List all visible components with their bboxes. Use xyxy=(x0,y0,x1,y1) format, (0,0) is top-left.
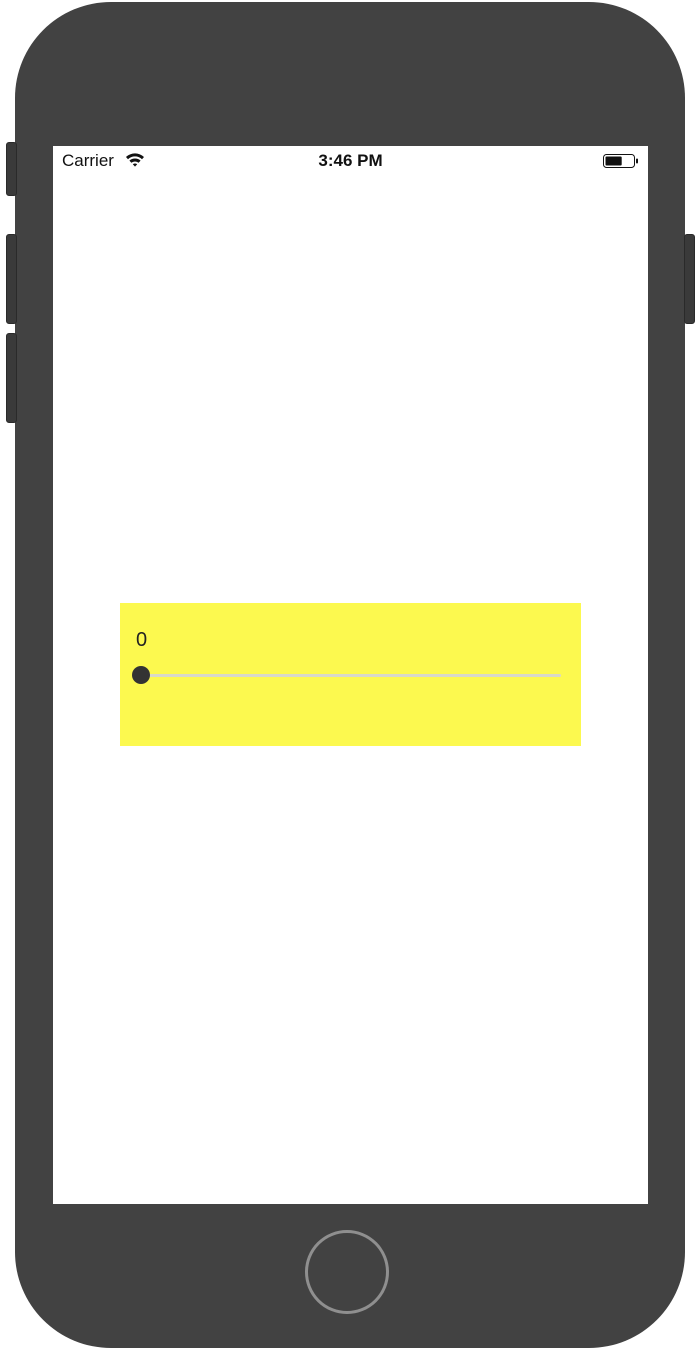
mute-switch xyxy=(6,142,17,196)
screen: Carrier 3:46 PM 0 xyxy=(53,146,648,1204)
status-bar: Carrier 3:46 PM xyxy=(53,146,648,176)
slider-value-label: 0 xyxy=(136,629,148,651)
volume-down-button xyxy=(6,333,17,423)
slider-panel: 0 xyxy=(120,603,581,746)
slider-thumb[interactable] xyxy=(132,666,150,684)
power-button xyxy=(684,234,695,324)
battery-icon xyxy=(603,153,639,168)
status-time: 3:46 PM xyxy=(318,151,383,170)
home-button[interactable] xyxy=(305,1230,389,1314)
slider-track[interactable] xyxy=(141,674,561,677)
value-slider[interactable] xyxy=(132,663,561,687)
volume-up-button xyxy=(6,234,17,324)
